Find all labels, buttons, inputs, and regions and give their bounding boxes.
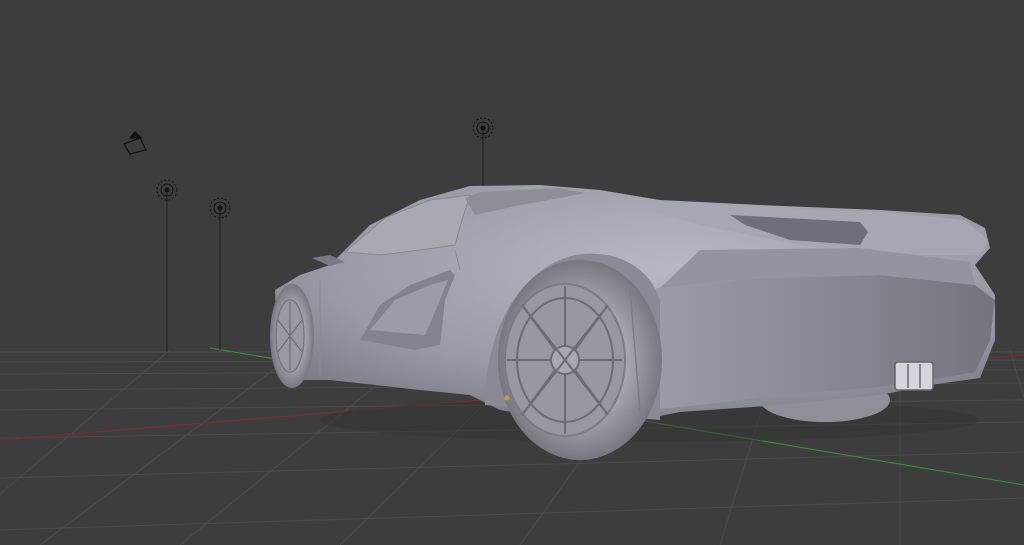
viewport-canvas[interactable] — [0, 0, 1024, 545]
camera-icon[interactable] — [123, 131, 147, 155]
lamp-icon[interactable] — [472, 117, 494, 190]
lamp-icon[interactable] — [209, 197, 231, 350]
3d-viewport[interactable] — [0, 0, 1024, 545]
lamp-icon[interactable] — [156, 179, 178, 352]
sports-car-mesh[interactable] — [270, 185, 995, 460]
